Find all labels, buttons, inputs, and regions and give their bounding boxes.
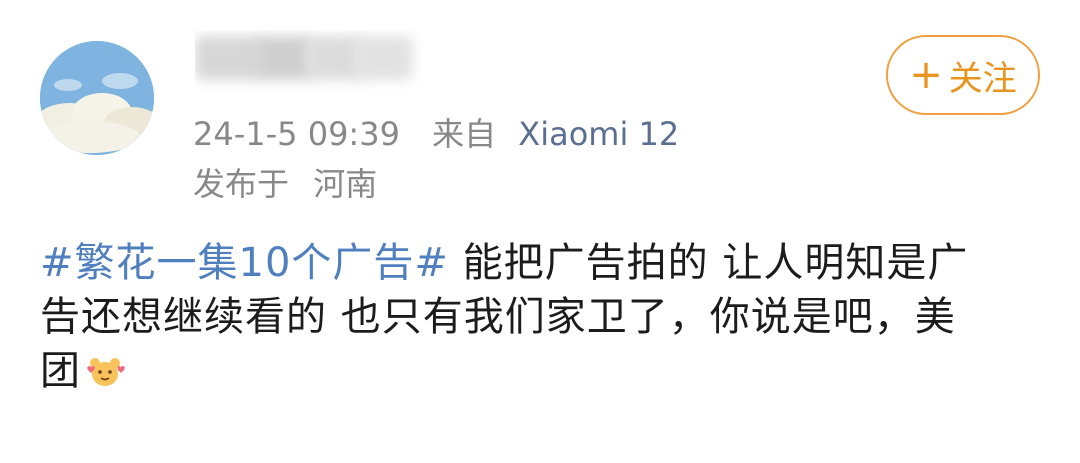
post-location: 发布于 河南 (193, 164, 377, 204)
post-text-line-2: 告还想继续看的 也只有我们家卫了，你说是吧，美 (40, 294, 956, 340)
device-link[interactable]: Xiaomi 12 (518, 115, 679, 153)
post-text-line-3: 团 (40, 348, 81, 394)
post-meta: 24-1-5 09:39 来自 Xiaomi 12 (193, 114, 679, 154)
avatar[interactable] (40, 41, 154, 155)
location-label: 发布于 (193, 165, 290, 203)
hashtag-link[interactable]: #繁花一集10个广告# (40, 240, 449, 286)
post-content: #繁花一集10个广告# 能把广告拍的 让人明知是广 告还想继续看的 也只有我们家… (40, 236, 1050, 398)
plus-icon: + (909, 52, 943, 98)
post-time: 24-1-5 09:39 (193, 115, 400, 153)
post-text-line-1: 能把广告拍的 让人明知是广 (462, 240, 969, 286)
weibo-post: 24-1-5 09:39 来自 Xiaomi 12 发布于 河南 + 关注 #繁… (0, 0, 1080, 463)
source-label: 来自 (432, 115, 497, 153)
heart-bear-emoji-icon (87, 358, 125, 386)
location-value: 河南 (313, 165, 378, 203)
username-redacted (195, 30, 445, 92)
follow-button[interactable]: + 关注 (886, 35, 1040, 115)
follow-label: 关注 (948, 58, 1017, 99)
avatar-sky-clouds-image (40, 41, 154, 155)
